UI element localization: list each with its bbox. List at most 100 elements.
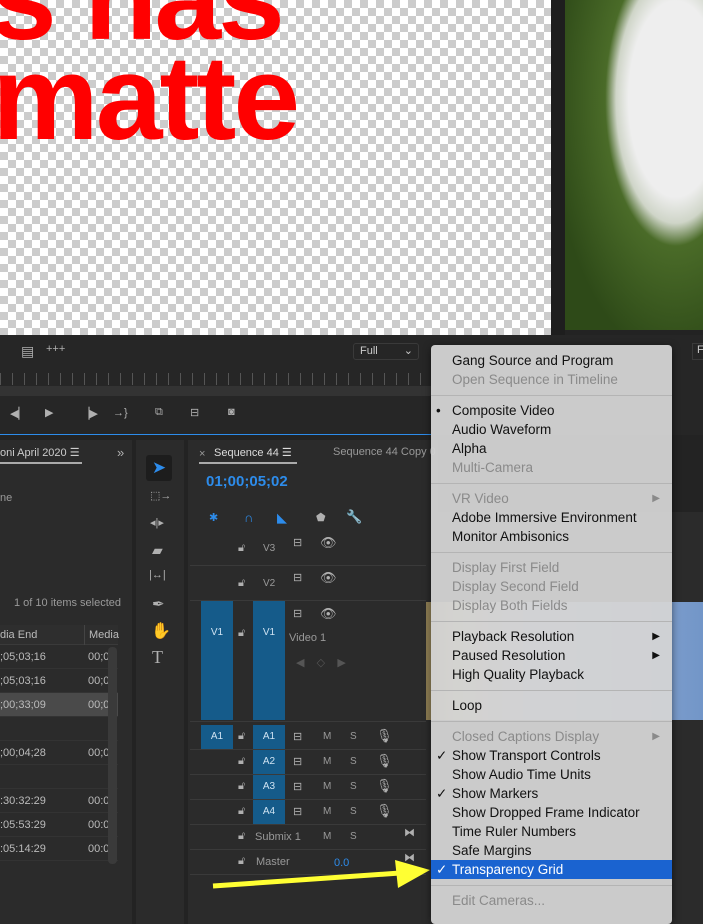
track-label[interactable]: V2 (263, 578, 275, 589)
menu-item-show-transport-controls[interactable]: ✓ Show Transport Controls (431, 746, 672, 765)
panel-overflow-icon[interactable]: » (117, 445, 124, 460)
export-frame-icon[interactable]: ◙ (228, 406, 235, 418)
target-track[interactable]: A4 (253, 800, 285, 824)
play-icon[interactable]: ▶ (45, 406, 53, 419)
column-headers[interactable]: dia End Media (0, 625, 119, 645)
timecode[interactable]: 01;00;05;02 (206, 473, 288, 490)
wrench-icon[interactable]: 🔧 (346, 509, 362, 525)
track-label[interactable]: V3 (263, 543, 275, 554)
film-icon[interactable]: ▤ (21, 343, 34, 360)
lock-icon[interactable]: 🔓︎ (238, 805, 245, 818)
razor-tool-icon[interactable]: ▰ (152, 542, 163, 559)
table-row[interactable] (0, 765, 118, 789)
link-icon[interactable]: ⧓ (404, 826, 415, 839)
source-patch-v1[interactable]: V1 (201, 601, 233, 720)
menu-item-composite-video[interactable]: • Composite Video (431, 401, 672, 420)
lock-icon[interactable]: 🔓︎ (238, 730, 245, 743)
prev-keyframe-icon[interactable]: ◀ ◇ ▶ (296, 656, 346, 669)
col-media-end[interactable]: dia End (0, 629, 37, 641)
project-tab[interactable]: oni April 2020 ☰ (0, 446, 82, 464)
time-ruler[interactable] (0, 373, 431, 385)
menu-item-playback-resolution[interactable]: Playback Resolution ▶ (431, 627, 672, 646)
menu-item-monitor-ambisonics[interactable]: Monitor Ambisonics (431, 527, 672, 546)
source-patch-a1[interactable]: A1 (201, 725, 233, 749)
insert-icon[interactable]: ⧉ (155, 406, 163, 419)
lock-icon[interactable]: 🔓︎ (238, 627, 245, 640)
step-forward-icon[interactable]: ▕▶ (81, 407, 98, 420)
eye-icon[interactable]: 👁︎ (320, 535, 337, 551)
target-track[interactable]: A1 (253, 725, 285, 749)
col-media[interactable]: Media (84, 625, 119, 645)
mute-button[interactable]: M (323, 756, 331, 767)
table-row[interactable]: ;05;03;16 00;0 (0, 669, 118, 693)
table-row[interactable]: :05:53:29 00:0 (0, 813, 118, 837)
selection-tool-icon[interactable]: ➤ (146, 455, 172, 481)
sync-lock-icon[interactable]: ⊟ (293, 730, 302, 743)
target-track[interactable]: A2 (253, 750, 285, 774)
solo-button[interactable]: S (350, 806, 357, 817)
target-track[interactable]: A3 (253, 775, 285, 799)
solo-button[interactable]: S (350, 756, 357, 767)
microphone-icon[interactable]: 🎙︎ (376, 803, 393, 819)
menu-item-gang-source-and-program[interactable]: Gang Source and Program (431, 351, 672, 370)
sync-lock-icon[interactable]: ⊟ (293, 755, 302, 768)
resolution-select[interactable]: Full ⌄ (353, 343, 419, 360)
mute-button[interactable]: M (323, 831, 331, 842)
table-row[interactable]: ;05;03;16 00;0 (0, 645, 118, 669)
table-row[interactable]: :05:14:29 00:0 (0, 837, 118, 861)
lock-icon[interactable]: 🔓︎ (238, 830, 245, 843)
audio-waveform-icon[interactable]: +++ (46, 343, 65, 355)
lock-icon[interactable]: 🔓︎ (238, 577, 245, 590)
snap-icon[interactable]: ∩ (244, 510, 253, 525)
menu-item-transparency-grid[interactable]: ✓ Transparency Grid (431, 860, 672, 879)
menu-item-audio-waveform[interactable]: Audio Waveform (431, 420, 672, 439)
slip-tool-icon[interactable]: |↔| (149, 569, 166, 581)
microphone-icon[interactable]: 🎙︎ (376, 778, 393, 794)
scrollbar[interactable] (108, 647, 117, 864)
mute-button[interactable]: M (323, 731, 331, 742)
solo-button[interactable]: S (350, 831, 357, 842)
menu-item-show-markers[interactable]: ✓ Show Markers (431, 784, 672, 803)
table-row[interactable]: ;00;33;09 00;0 (0, 693, 118, 717)
lock-icon[interactable]: 🔓︎ (238, 755, 245, 768)
sync-lock-icon[interactable]: ⊟ (293, 607, 302, 620)
pen-tool-icon[interactable]: ✒ (152, 595, 165, 613)
go-to-out-icon[interactable]: →} (113, 407, 128, 419)
table-row[interactable] (0, 717, 118, 741)
ripple-edit-tool-icon[interactable]: ◂|▸ (150, 516, 164, 529)
sync-lock-icon[interactable]: ⊟ (293, 571, 302, 584)
mute-button[interactable]: M (323, 781, 331, 792)
overwrite-icon[interactable]: ⊟ (190, 406, 199, 419)
lock-icon[interactable]: 🔓︎ (238, 780, 245, 793)
microphone-icon[interactable]: 🎙︎ (376, 753, 393, 769)
target-v1[interactable]: V1 (253, 601, 285, 720)
table-row[interactable]: :30:32:29 00:0 (0, 789, 118, 813)
nest-icon[interactable]: ✱ (209, 511, 218, 524)
linked-selection-icon[interactable]: ◣ (277, 510, 287, 526)
hand-tool-icon[interactable]: ✋ (151, 621, 171, 641)
scrub-bar[interactable] (0, 386, 431, 396)
solo-button[interactable]: S (350, 781, 357, 792)
menu-item-loop[interactable]: Loop (431, 696, 672, 715)
menu-item-adobe-immersive-environment[interactable]: Adobe Immersive Environment (431, 508, 672, 527)
menu-item-high-quality-playback[interactable]: High Quality Playback (431, 665, 672, 684)
track-select-tool-icon[interactable]: ⬚→ (150, 489, 171, 502)
menu-item-safe-margins[interactable]: Safe Margins (431, 841, 672, 860)
type-tool-icon[interactable]: T (152, 647, 163, 668)
step-back-icon[interactable]: ◀▏ (10, 407, 27, 420)
sync-lock-icon[interactable]: ⊟ (293, 780, 302, 793)
menu-item-alpha[interactable]: Alpha (431, 439, 672, 458)
menu-item-time-ruler-numbers[interactable]: Time Ruler Numbers (431, 822, 672, 841)
mute-button[interactable]: M (323, 806, 331, 817)
microphone-icon[interactable]: 🎙︎ (376, 728, 393, 744)
menu-item-show-dropped-frame-indicator[interactable]: Show Dropped Frame Indicator (431, 803, 672, 822)
sync-lock-icon[interactable]: ⊟ (293, 536, 302, 549)
table-row[interactable]: ;00;04;28 00;0 (0, 741, 118, 765)
eye-icon[interactable]: 👁︎ (320, 606, 337, 622)
lock-icon[interactable]: 🔓︎ (238, 542, 245, 555)
tab-sequence-44[interactable]: Sequence 44 ☰ (199, 446, 297, 464)
menu-item-paused-resolution[interactable]: Paused Resolution ▶ (431, 646, 672, 665)
sync-lock-icon[interactable]: ⊟ (293, 805, 302, 818)
eye-icon[interactable]: 👁︎ (320, 570, 337, 586)
tab-sequence-44-copy[interactable]: Sequence 44 Copy 0 (333, 446, 436, 458)
